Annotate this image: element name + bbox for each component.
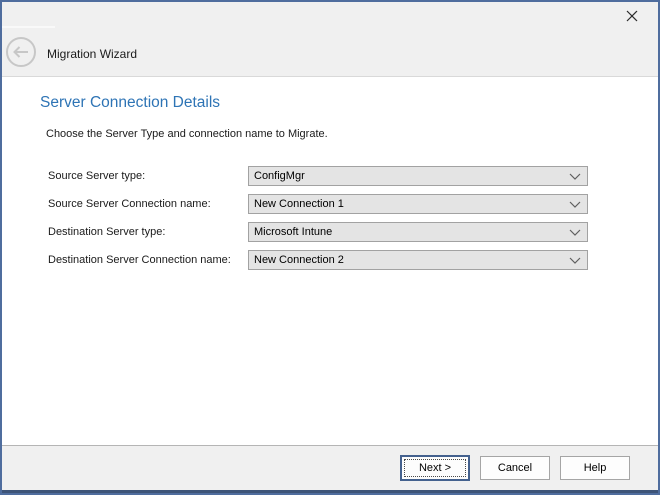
destination-connection-name-select[interactable]: New Connection 2: [248, 250, 588, 270]
destination-server-type-select[interactable]: Microsoft Intune: [248, 222, 588, 242]
source-server-type-value: ConfigMgr: [249, 170, 563, 182]
source-connection-name-select[interactable]: New Connection 1: [248, 194, 588, 214]
close-icon: [626, 10, 638, 22]
form-row-destination-connection-name: Destination Server Connection name: New …: [2, 250, 658, 270]
chevron-down-icon: [563, 201, 587, 208]
back-arrow-icon: [13, 46, 29, 58]
source-connection-name-label: Source Server Connection name:: [48, 194, 211, 214]
form-row-destination-server-type: Destination Server type: Microsoft Intun…: [2, 222, 658, 242]
destination-server-type-label: Destination Server type:: [48, 222, 165, 242]
wizard-title: Migration Wizard: [47, 47, 137, 61]
destination-connection-name-value: New Connection 2: [249, 254, 563, 266]
migration-wizard-window: Migration Wizard Server Connection Detai…: [0, 0, 660, 495]
connection-form: Source Server type: ConfigMgr Source Ser…: [2, 166, 658, 278]
source-connection-name-value: New Connection 1: [249, 198, 563, 210]
window-bottom-edge: [2, 490, 658, 493]
next-button[interactable]: Next >: [400, 455, 470, 481]
page-description: Choose the Server Type and connection na…: [46, 128, 328, 140]
destination-connection-name-label: Destination Server Connection name:: [48, 250, 231, 270]
chevron-down-icon: [563, 173, 587, 180]
destination-server-type-value: Microsoft Intune: [249, 226, 563, 238]
source-server-type-select[interactable]: ConfigMgr: [248, 166, 588, 186]
wizard-content: Server Connection Details Choose the Ser…: [2, 77, 658, 445]
form-row-source-connection-name: Source Server Connection name: New Conne…: [2, 194, 658, 214]
help-button[interactable]: Help: [560, 456, 630, 480]
wizard-footer: Next > Cancel Help: [2, 445, 658, 490]
back-button[interactable]: [6, 37, 36, 67]
form-row-source-server-type: Source Server type: ConfigMgr: [2, 166, 658, 186]
page-title: Server Connection Details: [40, 94, 220, 112]
close-button[interactable]: [624, 8, 640, 24]
source-server-type-label: Source Server type:: [48, 166, 145, 186]
header-highlight-artifact: [2, 26, 55, 28]
chevron-down-icon: [563, 257, 587, 264]
wizard-header: Migration Wizard: [2, 2, 658, 77]
cancel-button[interactable]: Cancel: [480, 456, 550, 480]
chevron-down-icon: [563, 229, 587, 236]
